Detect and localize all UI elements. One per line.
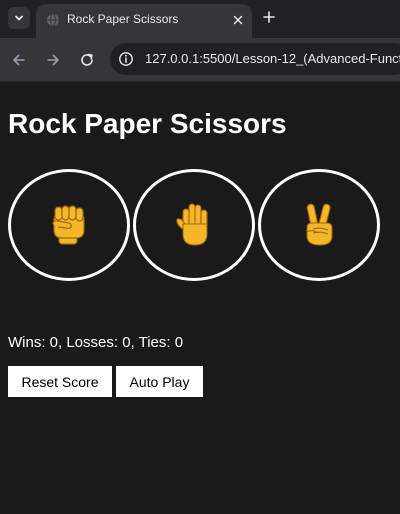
tab-strip: Rock Paper Scissors [0,0,400,38]
reset-score-button[interactable]: Reset Score [8,366,112,397]
raised-hand-icon [176,203,208,246]
reload-icon[interactable] [79,52,95,68]
raised-fist-icon [52,205,85,245]
close-icon[interactable] [231,13,245,27]
tab-title: Rock Paper Scissors [67,12,179,26]
score-display: Wins: 0, Losses: 0, Ties: 0 [8,334,184,351]
auto-play-button[interactable]: Auto Play [116,366,203,397]
globe-icon [47,13,59,27]
browser-tab[interactable]: Rock Paper Scissors [36,4,252,38]
site-info-icon[interactable] [118,51,134,67]
paper-button[interactable] [133,169,255,281]
address-bar[interactable]: 127.0.0.1:5500/Lesson-12_(Advanced-Funct… [110,43,400,75]
rock-button[interactable] [8,169,130,281]
new-tab-plus-icon[interactable] [262,10,276,24]
forward-arrow-icon[interactable] [45,52,61,68]
page-content: Rock Paper Scissors Wins: 0, Losses: 0, … [0,82,400,514]
browser-toolbar: 127.0.0.1:5500/Lesson-12_(Advanced-Funct… [0,38,400,82]
url-text: 127.0.0.1:5500/Lesson-12_(Advanced-Funct… [145,51,400,66]
page-title: Rock Paper Scissors [8,108,287,139]
chevron-down-icon [15,15,23,21]
victory-hand-icon [306,203,333,246]
tab-search-button[interactable] [8,7,30,29]
browser-window: Rock Paper Scissors 127.0.0.1:5500/Lesso… [0,0,400,514]
scissors-button[interactable] [258,169,380,281]
back-arrow-icon[interactable] [11,52,27,68]
